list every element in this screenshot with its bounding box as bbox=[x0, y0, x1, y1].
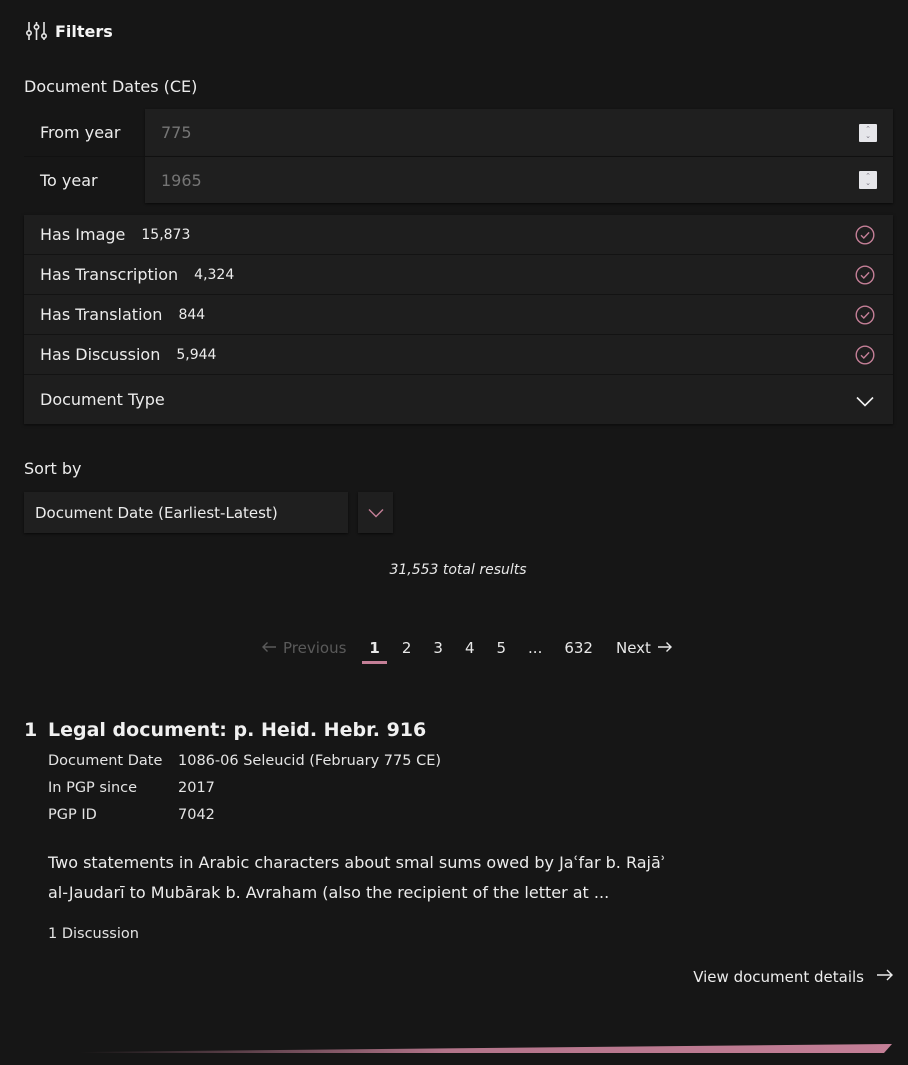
filter-options: Has Image 15,873 Has Transcription 4,324… bbox=[24, 215, 893, 424]
meta-value: 2017 bbox=[178, 780, 215, 796]
filter-count: 844 bbox=[178, 306, 206, 323]
filter-has-image[interactable]: Has Image 15,873 bbox=[24, 215, 893, 255]
from-year-row: From year ⌃ ⌄ bbox=[24, 109, 893, 156]
chevron-down-icon[interactable] bbox=[856, 392, 874, 411]
to-year-input[interactable] bbox=[145, 170, 859, 190]
result-document-type: Legal document: bbox=[48, 719, 227, 741]
from-year-input[interactable] bbox=[145, 123, 859, 142]
result-description: Two statements in Arabic characters abou… bbox=[48, 853, 666, 902]
meta-key: Document Date bbox=[48, 753, 163, 769]
document-dates-label: Document Dates (CE) bbox=[24, 77, 198, 96]
to-year-field: ⌃ ⌄ bbox=[145, 157, 893, 203]
filter-has-transcription[interactable]: Has Transcription 4,324 bbox=[24, 255, 893, 295]
spin-down-icon[interactable]: ⌄ bbox=[865, 180, 871, 187]
spin-down-icon[interactable]: ⌄ bbox=[865, 132, 871, 140]
filters-title: Filters bbox=[55, 21, 113, 41]
to-year-label: To year bbox=[40, 170, 98, 190]
meta-key: In PGP since bbox=[48, 780, 138, 796]
arrow-right-icon bbox=[657, 639, 673, 657]
meta-row: Document Date 1086-06 Seleucid (February… bbox=[48, 753, 441, 780]
search-page: Filters Document Dates (CE) From year ⌃ … bbox=[0, 0, 908, 1065]
check-circle-icon[interactable] bbox=[855, 265, 875, 289]
filter-count: 4,324 bbox=[194, 266, 235, 283]
arrow-left-icon bbox=[261, 639, 277, 657]
date-range: From year ⌃ ⌄ To year ⌃ ⌄ bbox=[24, 109, 893, 205]
from-year-field: ⌃ ⌄ bbox=[145, 109, 893, 156]
view-document-details-link[interactable]: View document details bbox=[693, 968, 894, 986]
page-ellipsis: ... bbox=[528, 639, 543, 657]
view-details-label: View document details bbox=[693, 968, 864, 986]
result-shelfmark: p. Heid. Hebr. 916 bbox=[233, 719, 427, 741]
meta-value: 7042 bbox=[178, 807, 215, 823]
sliders-icon bbox=[26, 21, 47, 41]
filter-count: 15,873 bbox=[141, 226, 191, 243]
filter-has-translation[interactable]: Has Translation 844 bbox=[24, 295, 893, 335]
from-year-spinner[interactable]: ⌃ ⌄ bbox=[859, 123, 877, 142]
sort-select[interactable]: Document Date (Earliest-Latest) bbox=[24, 492, 348, 533]
result-title[interactable]: Legal document: p. Heid. Hebr. 916 bbox=[48, 719, 426, 741]
check-circle-icon[interactable] bbox=[855, 225, 875, 249]
filter-label: Has Transcription bbox=[40, 265, 179, 284]
chevron-down-icon bbox=[368, 503, 384, 522]
total-results: 31,553 total results bbox=[389, 562, 527, 578]
sort-by-label: Sort by bbox=[24, 459, 82, 478]
meta-value: 1086-06 Seleucid (February 775 CE) bbox=[178, 753, 442, 769]
from-year-label: From year bbox=[40, 123, 121, 142]
decorative-divider bbox=[0, 1040, 908, 1059]
page-last[interactable]: 632 bbox=[557, 639, 600, 657]
filter-count: 5,944 bbox=[176, 346, 217, 363]
next-label: Next bbox=[615, 639, 651, 657]
to-year-spinner[interactable]: ⌃ ⌄ bbox=[859, 171, 877, 189]
filter-has-discussion[interactable]: Has Discussion 5,944 bbox=[24, 335, 893, 375]
previous-page-button[interactable]: Previous bbox=[261, 639, 346, 657]
meta-row: PGP ID 7042 bbox=[48, 807, 441, 834]
filters-heading[interactable]: Filters bbox=[26, 21, 113, 41]
result-number: 1 bbox=[24, 719, 38, 741]
page-2[interactable]: 2 bbox=[395, 639, 419, 657]
page-1[interactable]: 1 bbox=[362, 639, 388, 664]
check-circle-icon[interactable] bbox=[855, 345, 875, 369]
sort-dropdown-button[interactable] bbox=[358, 492, 393, 533]
page-3[interactable]: 3 bbox=[426, 639, 450, 657]
pagination: Previous 1 2 3 4 5 ... 632 Next bbox=[261, 634, 673, 664]
check-circle-icon[interactable] bbox=[855, 305, 875, 329]
next-page-button[interactable]: Next bbox=[616, 639, 673, 657]
result-metadata: Document Date 1086-06 Seleucid (February… bbox=[48, 753, 441, 834]
to-year-row: To year ⌃ ⌄ bbox=[24, 156, 893, 203]
document-type-label: Document Type bbox=[40, 390, 165, 409]
filter-label: Has Image bbox=[40, 225, 126, 244]
page-4[interactable]: 4 bbox=[458, 639, 482, 657]
filter-label: Has Translation bbox=[40, 305, 163, 324]
meta-row: In PGP since 2017 bbox=[48, 780, 441, 807]
meta-key: PGP ID bbox=[48, 807, 97, 823]
page-5[interactable]: 5 bbox=[489, 639, 513, 657]
arrow-right-icon bbox=[876, 968, 894, 986]
filter-label: Has Discussion bbox=[40, 345, 161, 364]
sort-selected-value: Document Date (Earliest-Latest) bbox=[35, 503, 278, 522]
previous-label: Previous bbox=[283, 639, 347, 657]
result-discussion-count: 1 Discussion bbox=[48, 926, 139, 942]
document-type-toggle[interactable]: Document Type bbox=[24, 375, 893, 424]
